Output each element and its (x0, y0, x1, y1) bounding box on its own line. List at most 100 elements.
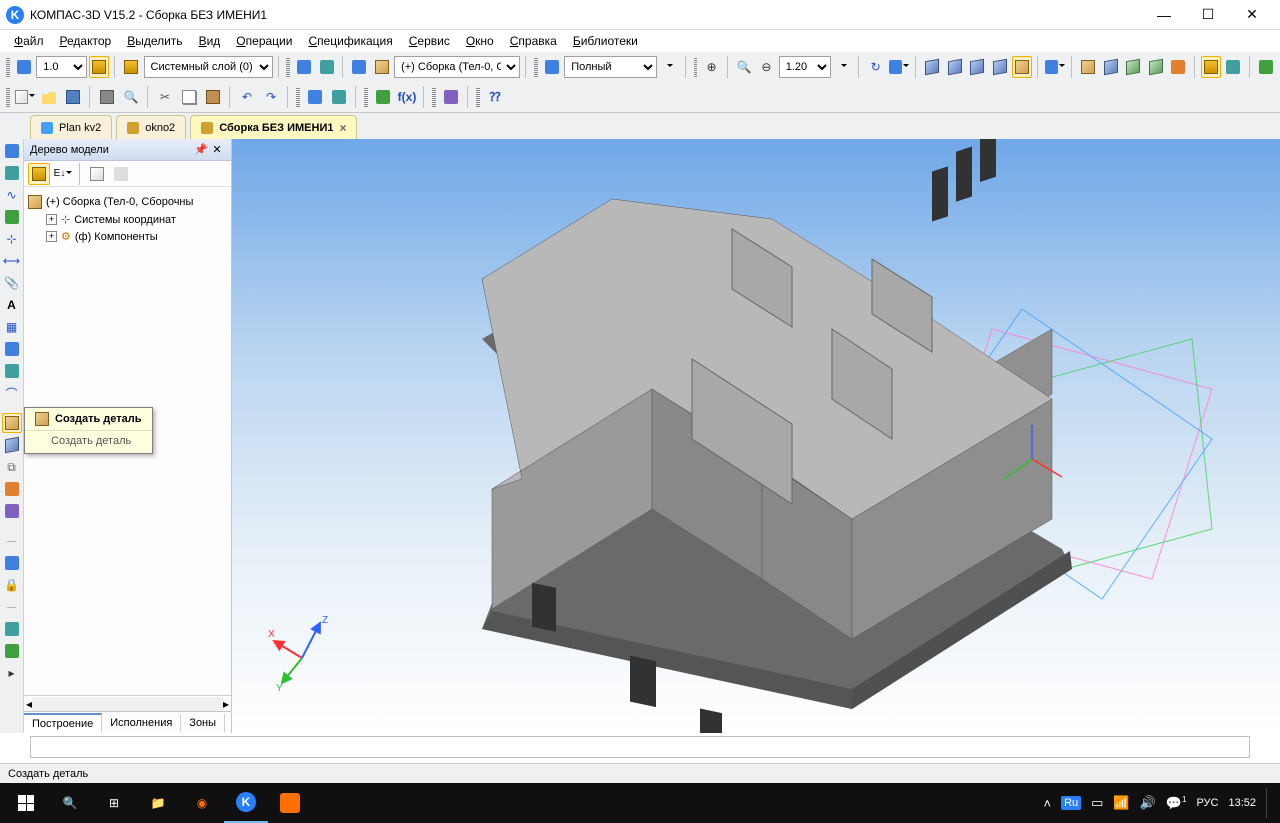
menu-window[interactable]: Окно (460, 32, 500, 50)
layers-button[interactable] (121, 56, 142, 78)
rail-aux-1[interactable] (2, 553, 22, 573)
menu-libraries[interactable]: Библиотеки (567, 32, 644, 50)
scale-combo[interactable]: 1.0 (36, 56, 86, 78)
rail-fillet-button[interactable]: ⌒ (2, 383, 22, 403)
rail-point-button[interactable]: ⊹ (2, 229, 22, 249)
show-desktop[interactable] (1266, 788, 1272, 818)
rail-aux-2[interactable]: 🔒 (2, 575, 22, 595)
rail-hole-button[interactable] (2, 361, 22, 381)
wireframe-button[interactable] (922, 56, 943, 78)
equations-button[interactable]: f(x) (396, 86, 418, 108)
show-button[interactable] (1146, 56, 1167, 78)
command-input[interactable] (30, 736, 1250, 758)
rail-edit-button[interactable] (2, 141, 22, 161)
rail-array-button[interactable] (2, 501, 22, 521)
tray-lang-short[interactable]: Ru (1061, 796, 1081, 810)
display-mode-combo[interactable]: Полный (564, 56, 657, 78)
save-button[interactable] (62, 86, 84, 108)
rail-curve-button[interactable]: ∿ (2, 185, 22, 205)
paste-button[interactable] (202, 86, 224, 108)
rail-aux-4[interactable] (2, 641, 22, 661)
tab-okno2[interactable]: okno2 (116, 115, 186, 139)
zoom-window-button[interactable]: 🔍 (734, 56, 755, 78)
hide-button[interactable] (1123, 56, 1144, 78)
orientation-axes[interactable]: X Y Z (262, 613, 342, 693)
zoom-fit-button[interactable]: ⊕ (701, 56, 722, 78)
section-button[interactable] (1078, 56, 1099, 78)
taskview-button[interactable]: ⊞ (92, 783, 136, 823)
orient-button[interactable] (888, 56, 910, 78)
close-button[interactable]: ✕ (1230, 1, 1274, 29)
tree-coord-node[interactable]: + ⊹ Системы координат (46, 211, 227, 228)
expand-icon[interactable]: + (46, 214, 57, 225)
menu-editor[interactable]: Редактор (54, 32, 118, 50)
panel-tab-build[interactable]: Построение (24, 713, 102, 733)
kompas-taskbar[interactable]: K (224, 783, 268, 823)
rail-constraint-button[interactable]: 📎 (2, 273, 22, 293)
tree-root-node[interactable]: (+) Сборка (Тел-0, Сборочны (28, 193, 227, 211)
vars-button[interactable] (372, 86, 394, 108)
toolbar-grip[interactable] (432, 87, 436, 107)
menu-select[interactable]: Выделить (121, 32, 188, 50)
preview-button[interactable]: 🔍 (120, 86, 142, 108)
render-button[interactable] (542, 56, 563, 78)
display-dropdown[interactable] (659, 56, 680, 78)
tray-network-icon[interactable]: 📶 (1113, 795, 1129, 811)
scene-button[interactable] (1168, 56, 1189, 78)
layer-combo[interactable]: Системный слой (0) (144, 56, 273, 78)
toolbar-grip[interactable] (476, 87, 480, 107)
toolbar-grip[interactable] (6, 57, 10, 77)
panel-tab-zones[interactable]: Зоны (181, 714, 225, 732)
toolbar-grip[interactable] (364, 87, 368, 107)
manager-button[interactable] (328, 86, 350, 108)
grid-button[interactable] (349, 56, 370, 78)
rail-dimension-button[interactable]: ⟷ (2, 251, 22, 271)
tray-up-icon[interactable]: ˄ (1043, 796, 1051, 811)
rail-move-button[interactable] (2, 479, 22, 499)
close-tab-icon[interactable]: × (339, 121, 346, 135)
menu-file[interactable]: Файл (8, 32, 50, 50)
menu-view[interactable]: Вид (193, 32, 227, 50)
assembly-combo[interactable]: (+) Сборка (Тел-0, С (394, 56, 520, 78)
rail-insert-button[interactable] (2, 435, 22, 455)
rail-text-button[interactable]: A (2, 295, 22, 315)
toolbar-grip[interactable] (6, 87, 10, 107)
parts-button[interactable] (372, 56, 393, 78)
tree-expand-button[interactable] (86, 163, 108, 185)
highlight-button[interactable] (1201, 56, 1222, 78)
rebuild-button[interactable] (1223, 56, 1244, 78)
expand-icon[interactable]: + (46, 231, 57, 242)
doc-button-1[interactable] (294, 56, 315, 78)
rail-sketch-button[interactable] (2, 163, 22, 183)
rail-expand-button[interactable]: ▸ (2, 663, 22, 683)
maximize-button[interactable]: ☐ (1186, 1, 1230, 29)
toggle-highlight-button[interactable] (89, 56, 110, 78)
scroll-right-icon[interactable]: ▸ (223, 697, 229, 711)
refresh-button[interactable] (1255, 56, 1276, 78)
tray-action-icon[interactable]: ▭ (1091, 795, 1103, 811)
whatsthis-button[interactable]: ⁇ (484, 86, 506, 108)
undo-button[interactable]: ↶ (236, 86, 258, 108)
link-button[interactable] (440, 86, 462, 108)
rail-create-part-button[interactable] (2, 413, 22, 433)
tray-volume-icon[interactable]: 🔊 (1140, 795, 1156, 811)
search-button[interactable]: 🔍 (48, 783, 92, 823)
zoom-combo[interactable]: 1.20 (779, 56, 831, 78)
snap-button[interactable] (14, 56, 35, 78)
new-button[interactable] (14, 86, 36, 108)
browser-taskbar[interactable]: ◉ (180, 783, 224, 823)
menu-help[interactable]: Справка (504, 32, 563, 50)
toolbar-grip[interactable] (286, 57, 290, 77)
minimize-button[interactable]: — (1142, 1, 1186, 29)
tab-plan-kv2[interactable]: Plan kv2 (30, 115, 112, 139)
tree-components-node[interactable]: + ⚙ (ф) Компоненты (46, 228, 227, 245)
menu-service[interactable]: Сервис (403, 32, 456, 50)
tree-struct-button[interactable]: E↓ (52, 163, 74, 185)
properties-button[interactable] (304, 86, 326, 108)
pin-icon[interactable]: 📌 (193, 142, 209, 158)
panel-tab-configs[interactable]: Исполнения (102, 714, 181, 732)
copy-button[interactable] (178, 86, 200, 108)
open-button[interactable] (38, 86, 60, 108)
tab-assembly-unnamed[interactable]: Сборка БЕЗ ИМЕНИ1 × (190, 115, 357, 139)
3d-viewport[interactable]: X Y Z (232, 139, 1280, 733)
